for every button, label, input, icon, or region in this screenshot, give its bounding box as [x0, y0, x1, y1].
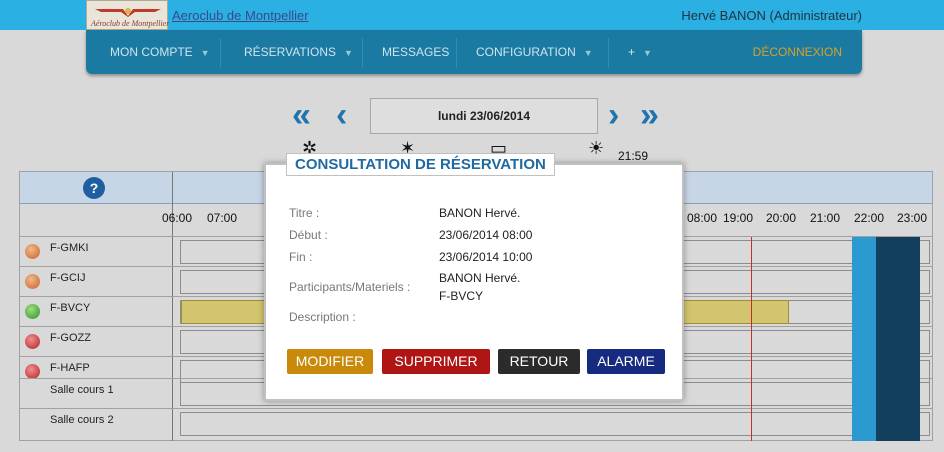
- fin-label: Fin :: [289, 250, 313, 264]
- chevron-down-icon: ▼: [200, 48, 210, 58]
- nav-label: +: [628, 45, 636, 59]
- modify-button[interactable]: MODIFIER: [287, 349, 373, 374]
- chevron-down-icon: ▼: [643, 48, 652, 58]
- current-date[interactable]: lundi 23/06/2014: [370, 98, 598, 134]
- nav-label: RÉSERVATIONS: [244, 45, 337, 59]
- status-dot-icon: [25, 334, 40, 349]
- club-logo: Aéroclub de Montpellier: [86, 0, 170, 30]
- debut-value: 23/06/2014 08:00: [439, 228, 533, 242]
- main-nav: MON COMPTE ▼ RÉSERVATIONS ▼ MESSAGES CONFI…: [86, 30, 862, 74]
- titre-label: Titre :: [289, 206, 320, 220]
- next-day-icon[interactable]: ›: [608, 98, 619, 132]
- reservation-modal: CONSULTATION DE RÉSERVATION Titre : BANO…: [264, 153, 684, 401]
- aircraft-label: F-HAFP: [50, 362, 90, 374]
- status-dot-icon: [25, 304, 40, 319]
- logo-script: Aéroclub de Montpellier: [91, 19, 170, 28]
- hour-label: 06:00: [162, 211, 193, 225]
- titre-value: BANON Hervé.: [439, 206, 521, 220]
- hour-label: 23:00: [897, 211, 928, 225]
- current-time-line: [751, 237, 752, 441]
- delete-button[interactable]: SUPPRIMER: [382, 349, 490, 374]
- nav-configuration[interactable]: CONFIGURATION ▼: [476, 45, 593, 59]
- user-name: Hervé BANON (Administrateur): [681, 8, 862, 23]
- description-label: Description :: [289, 310, 356, 324]
- room-label: Salle cours 2: [50, 414, 114, 426]
- hour-label: 07:00: [207, 211, 238, 225]
- modal-title: CONSULTATION DE RÉSERVATION: [286, 153, 555, 176]
- club-name-link[interactable]: Aeroclub de Montpellier: [172, 8, 309, 23]
- sunset-icon: ☀: [588, 138, 605, 158]
- participant-aircraft: F-BVCY: [439, 289, 484, 303]
- current-time: 21:59: [618, 149, 649, 163]
- help-icon[interactable]: ?: [83, 177, 105, 199]
- status-dot-icon: [25, 364, 40, 379]
- nav-more[interactable]: + ▼: [628, 45, 652, 59]
- aircraft-label: F-GCIJ: [50, 272, 86, 284]
- aircraft-label: F-GMKI: [50, 242, 89, 254]
- nav-messages[interactable]: MESSAGES: [382, 45, 449, 59]
- hour-label: 08:00: [687, 211, 718, 225]
- back-button[interactable]: RETOUR: [498, 349, 580, 374]
- nav-label: CONFIGURATION: [476, 45, 576, 59]
- aircraft-label: F-BVCY: [50, 302, 91, 314]
- status-dot-icon: [25, 274, 40, 289]
- nav-divider: [362, 38, 363, 68]
- dusk-zone: [852, 237, 876, 441]
- alarm-button[interactable]: ALARME: [587, 349, 665, 374]
- nav-divider: [456, 38, 457, 68]
- participants-label: Participants/Materiels :: [289, 280, 411, 294]
- nav-mon-compte[interactable]: MON COMPTE ▼: [110, 45, 210, 59]
- hour-label: 19:00: [723, 211, 754, 225]
- wing-logo-icon: [95, 8, 161, 17]
- time-slot[interactable]: [180, 412, 930, 436]
- chevron-down-icon: ▼: [344, 48, 353, 58]
- night-zone: [876, 237, 920, 441]
- room-label: Salle cours 1: [50, 384, 114, 396]
- debut-label: Début :: [289, 228, 328, 242]
- nav-divider: [220, 38, 221, 68]
- fin-value: 23/06/2014 10:00: [439, 250, 533, 264]
- nav-label: MON COMPTE: [110, 45, 193, 59]
- nav-divider: [608, 38, 609, 68]
- status-dot-icon: [25, 244, 40, 259]
- participant-name: BANON Hervé.: [439, 271, 521, 285]
- previous-day-icon[interactable]: ‹: [336, 98, 347, 132]
- grid-row[interactable]: Salle cours 2: [20, 408, 932, 438]
- top-bar: Aéroclub de Montpellier Aeroclub de Mont…: [0, 0, 944, 30]
- previous-week-icon[interactable]: «: [292, 98, 311, 132]
- hour-label: 21:00: [810, 211, 841, 225]
- aircraft-label: F-GOZZ: [50, 332, 91, 344]
- hour-label: 20:00: [766, 211, 797, 225]
- nav-label: MESSAGES: [382, 45, 450, 59]
- next-week-icon[interactable]: »: [640, 98, 659, 132]
- logout-link[interactable]: DÉCONNEXION: [753, 45, 842, 59]
- nav-reservations[interactable]: RÉSERVATIONS ▼: [244, 45, 353, 59]
- chevron-down-icon: ▼: [583, 48, 593, 58]
- hour-label: 22:00: [854, 211, 885, 225]
